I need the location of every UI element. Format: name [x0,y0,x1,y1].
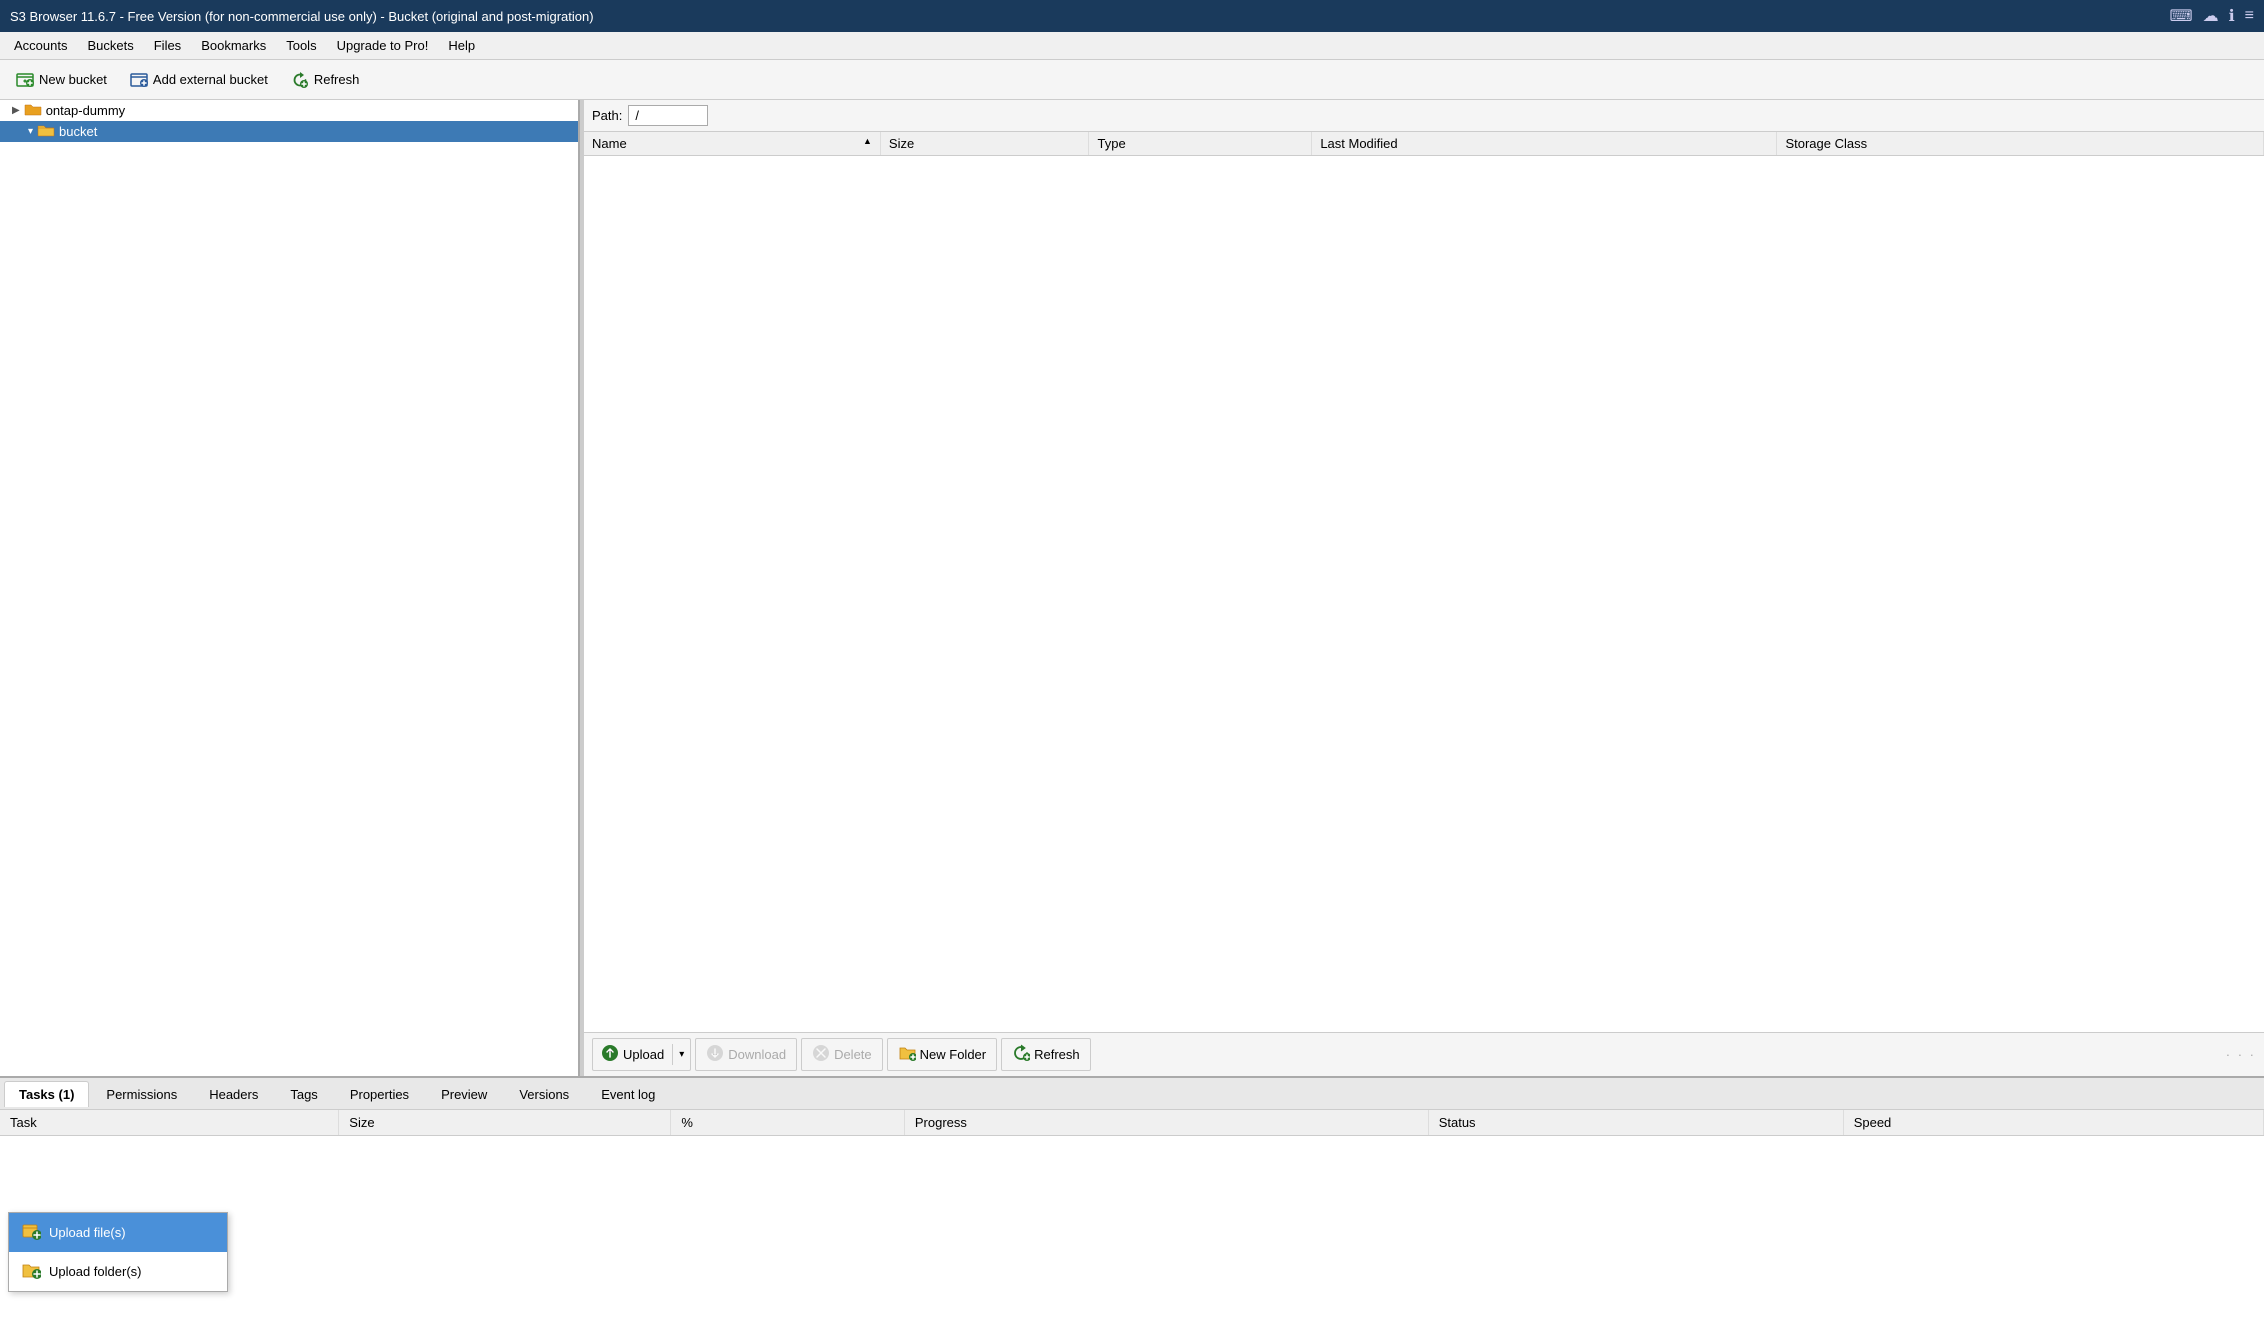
upload-dropdown-arrow[interactable]: ▾ [672,1044,690,1065]
tab-event-log[interactable]: Event log [586,1081,670,1107]
toolbar: New bucket Add external bucket Refresh [0,60,2264,100]
upload-label: Upload [623,1047,664,1062]
tree-panel: ▶ ontap-dummy ▾ bucket [0,100,580,1076]
col-storage-class[interactable]: Storage Class [1777,132,2264,156]
path-input[interactable] [628,105,708,126]
download-label: Download [728,1047,786,1062]
tab-headers[interactable]: Headers [194,1081,273,1107]
download-button[interactable]: Download [695,1038,797,1071]
tab-tags[interactable]: Tags [275,1081,332,1107]
task-col-pct: % [671,1110,905,1136]
refresh-icon [290,70,310,90]
expand-icon-bucket: ▾ [28,126,33,137]
file-toolbar: Upload ▾ Download [584,1032,2264,1076]
keyboard-icon[interactable]: ⌨ [2169,6,2192,26]
bottom-area: Tasks (1) Permissions Headers Tags Prope… [0,1076,2264,1336]
task-col-size: Size [339,1110,671,1136]
menu-tools[interactable]: Tools [276,35,326,56]
tree-item-ontap-dummy[interactable]: ▶ ontap-dummy [0,100,578,121]
tree-label-bucket: bucket [59,124,97,139]
path-label: Path: [592,108,622,123]
add-external-label: Add external bucket [153,72,268,87]
task-col-status: Status [1428,1110,1843,1136]
file-refresh-button[interactable]: Refresh [1001,1038,1091,1071]
title-text: S3 Browser 11.6.7 - Free Version (for no… [10,9,594,24]
menu-files[interactable]: Files [144,35,191,56]
tab-permissions[interactable]: Permissions [91,1081,192,1107]
expand-icon: ▶ [12,105,20,116]
refresh-label: Refresh [314,72,360,87]
menu-icon[interactable]: ≡ [2245,7,2254,25]
upload-icon [601,1044,619,1065]
delete-icon [812,1044,830,1065]
title-bar: S3 Browser 11.6.7 - Free Version (for no… [0,0,2264,32]
task-col-speed: Speed [1843,1110,2263,1136]
col-name[interactable]: Name ▲ [584,132,880,156]
info-icon[interactable]: ℹ [2229,6,2235,26]
tree-item-bucket[interactable]: ▾ bucket [0,121,578,142]
download-icon [706,1044,724,1065]
add-external-icon [129,70,149,90]
col-type[interactable]: Type [1089,132,1312,156]
menu-upgrade[interactable]: Upgrade to Pro! [327,35,439,56]
new-bucket-label: New bucket [39,72,107,87]
right-panel: Path: Name ▲ Size Type Last Modified Sto… [584,100,2264,1076]
col-size[interactable]: Size [880,132,1089,156]
tab-preview[interactable]: Preview [426,1081,502,1107]
upload-dropdown: Upload ▾ [592,1038,691,1071]
file-table-container: Name ▲ Size Type Last Modified Storage C… [584,132,2264,1032]
tab-versions[interactable]: Versions [504,1081,584,1107]
bottom-tabs: Tasks (1) Permissions Headers Tags Prope… [0,1078,2264,1110]
new-folder-icon [898,1044,916,1065]
tab-tasks[interactable]: Tasks (1) [4,1081,89,1107]
new-folder-button[interactable]: New Folder [887,1038,997,1071]
task-data-table: Task Size % Progress Status Speed [0,1110,2264,1136]
new-folder-label: New Folder [920,1047,986,1062]
tab-properties[interactable]: Properties [335,1081,424,1107]
task-col-progress: Progress [904,1110,1428,1136]
file-refresh-icon [1012,1044,1030,1065]
tree-label-ontap-dummy: ontap-dummy [46,103,125,118]
new-bucket-button[interactable]: New bucket [6,65,116,95]
add-external-bucket-button[interactable]: Add external bucket [120,65,277,95]
menu-bookmarks[interactable]: Bookmarks [191,35,276,56]
task-col-task: Task [0,1110,339,1136]
path-bar: Path: [584,100,2264,132]
new-bucket-icon [15,70,35,90]
menu-buckets[interactable]: Buckets [77,35,143,56]
menu-bar: Accounts Buckets Files Bookmarks Tools U… [0,32,2264,60]
menu-help[interactable]: Help [438,35,485,56]
task-table: Task Size % Progress Status Speed [0,1110,2264,1336]
delete-button[interactable]: Delete [801,1038,883,1071]
upload-main-button[interactable]: Upload [593,1039,672,1070]
refresh-button[interactable]: Refresh [281,65,369,95]
main-area: ▶ ontap-dummy ▾ bucket Path: [0,100,2264,1076]
file-refresh-label: Refresh [1034,1047,1080,1062]
cloud-icon[interactable]: ☁ [2203,6,2219,26]
col-last-modified[interactable]: Last Modified [1312,132,1777,156]
folder-icon-bucket [37,123,55,140]
folder-icon-ontap [24,102,42,119]
delete-label: Delete [834,1047,872,1062]
dots-indicator: · · · [2226,1047,2256,1062]
file-table: Name ▲ Size Type Last Modified Storage C… [584,132,2264,156]
menu-accounts[interactable]: Accounts [4,35,77,56]
title-bar-icons: ⌨ ☁ ℹ ≡ [2169,6,2254,26]
